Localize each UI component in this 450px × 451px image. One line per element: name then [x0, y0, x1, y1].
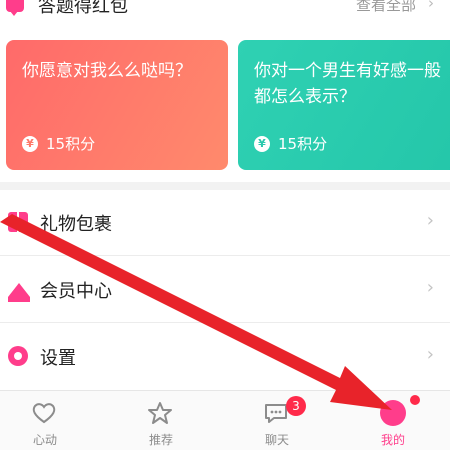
- view-all-link[interactable]: 查看全部: [356, 0, 416, 15]
- unread-badge: 3: [286, 396, 306, 416]
- chevron-right-icon: ›: [426, 344, 434, 365]
- notification-dot: [410, 395, 420, 405]
- gift-icon: [8, 212, 28, 232]
- menu-item-settings[interactable]: 设置 ›: [0, 324, 450, 390]
- reward: ¥ 15积分: [22, 133, 95, 154]
- reward-points: 15积分: [46, 135, 96, 153]
- heart-icon: [30, 401, 58, 425]
- tab-bar: 心动 推荐 3 聊天 我的: [0, 390, 450, 450]
- tab-mine[interactable]: 我的: [348, 391, 438, 451]
- menu-item-gift-package[interactable]: 礼物包裹 ›: [0, 190, 450, 256]
- tab-recommend[interactable]: 推荐: [116, 391, 206, 451]
- crown-icon: [8, 283, 30, 302]
- tab-label: 推荐: [148, 433, 173, 447]
- tab-label: 心动: [32, 433, 57, 447]
- chevron-right-icon[interactable]: ›: [428, 0, 434, 12]
- menu-item-label: 设置: [40, 348, 76, 369]
- chat-bubble-icon: [6, 0, 24, 16]
- reward-points: 15积分: [278, 135, 328, 153]
- tab-heartbeat[interactable]: 心动: [0, 391, 90, 451]
- question-card[interactable]: 你愿意对我么么哒吗？ ¥ 15积分: [6, 40, 228, 170]
- menu-item-label: 礼物包裹: [40, 214, 112, 235]
- coin-icon: ¥: [254, 135, 270, 152]
- profile-icon: [380, 400, 406, 426]
- coin-icon: ¥: [22, 135, 38, 152]
- reward: ¥ 15积分: [254, 133, 327, 154]
- menu-item-label: 会员中心: [40, 281, 112, 302]
- section-header: 答题得红包 查看全部 ›: [0, 0, 450, 26]
- chevron-right-icon: ›: [426, 277, 434, 298]
- menu-item-member-center[interactable]: 会员中心 ›: [0, 257, 450, 323]
- question-text: 你对一个男生有好感一般都怎么表示？: [254, 61, 441, 107]
- star-icon: [146, 401, 174, 425]
- section-divider: [0, 182, 450, 190]
- question-text: 你愿意对我么么哒吗？: [22, 61, 192, 81]
- gear-icon: [8, 346, 28, 366]
- section-title: 答题得红包: [38, 0, 128, 17]
- tab-chat[interactable]: 3 聊天: [232, 391, 322, 451]
- chevron-right-icon: ›: [426, 210, 434, 231]
- tab-label: 聊天: [264, 433, 289, 447]
- tab-label: 我的: [380, 433, 405, 447]
- question-card[interactable]: 你对一个男生有好感一般都怎么表示？ ¥ 15积分: [238, 40, 450, 170]
